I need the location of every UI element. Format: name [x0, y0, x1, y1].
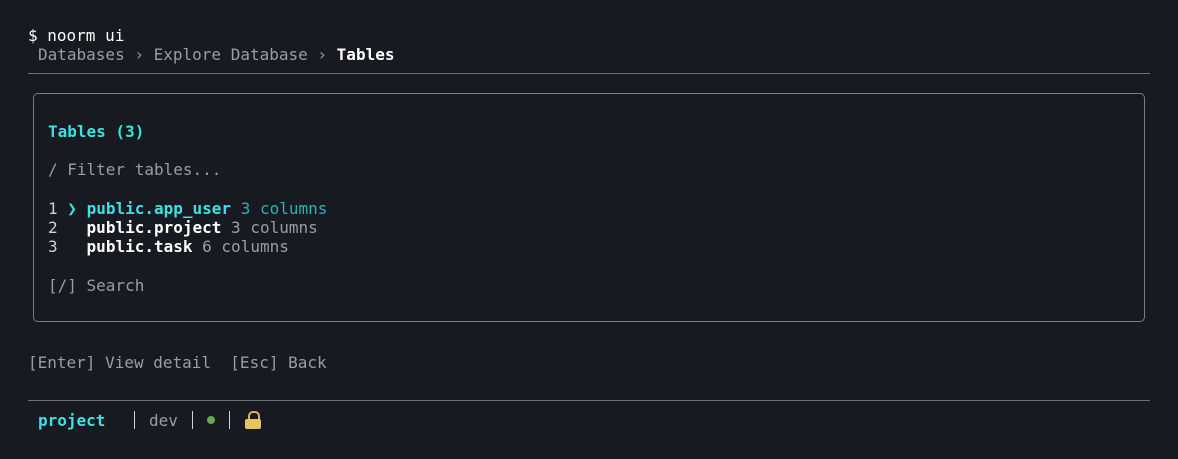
keyboard-hints: [Enter] View detail [Esc] Back: [28, 353, 327, 372]
status-bar: project dev: [38, 410, 262, 430]
statusbar-divider: [28, 400, 1150, 401]
search-shortcut-hint: [/] Search: [48, 276, 145, 295]
column-count: 3 columns: [231, 218, 318, 237]
enter-view-detail-hint: [Enter] View detail: [28, 353, 212, 372]
column-count: 6 columns: [202, 237, 289, 256]
esc-back-hint: [Esc] Back: [230, 353, 327, 372]
breadcrumb-item-tables: Tables: [336, 45, 395, 64]
breadcrumb-item-explore-database[interactable]: Explore Database: [154, 45, 308, 64]
connection-status-icon: [206, 416, 215, 424]
breadcrumb: Databases › Explore Database › Tables: [38, 45, 394, 64]
breadcrumb-item-databases[interactable]: Databases: [38, 45, 125, 64]
status-separator: [191, 411, 193, 429]
header-divider: [28, 73, 1150, 74]
panel-title: Tables (3): [48, 122, 145, 141]
table-row[interactable]: 3 public.task 6 columns: [48, 237, 289, 256]
breadcrumb-separator: ›: [317, 45, 328, 64]
status-separator: [228, 411, 230, 429]
row-index: 2: [48, 218, 58, 237]
shell-prompt: $ noorm ui: [28, 26, 125, 45]
breadcrumb-separator: ›: [134, 45, 144, 64]
table-name: public.task: [86, 237, 193, 256]
table-name: public.app_user: [86, 199, 232, 218]
table-row[interactable]: 2 public.project 3 columns: [48, 218, 318, 237]
environment-name: dev: [149, 410, 178, 430]
filter-input[interactable]: / Filter tables...: [48, 160, 221, 179]
column-count: 3 columns: [240, 199, 328, 218]
table-name: public.project: [86, 218, 222, 237]
selection-caret-icon: ❯: [67, 199, 77, 218]
row-index: 3: [48, 237, 58, 256]
table-row[interactable]: 1 ❯ public.app_user 3 columns: [48, 199, 327, 218]
project-name: project: [38, 410, 106, 430]
lock-icon: [244, 410, 262, 430]
row-index: 1: [48, 199, 58, 218]
